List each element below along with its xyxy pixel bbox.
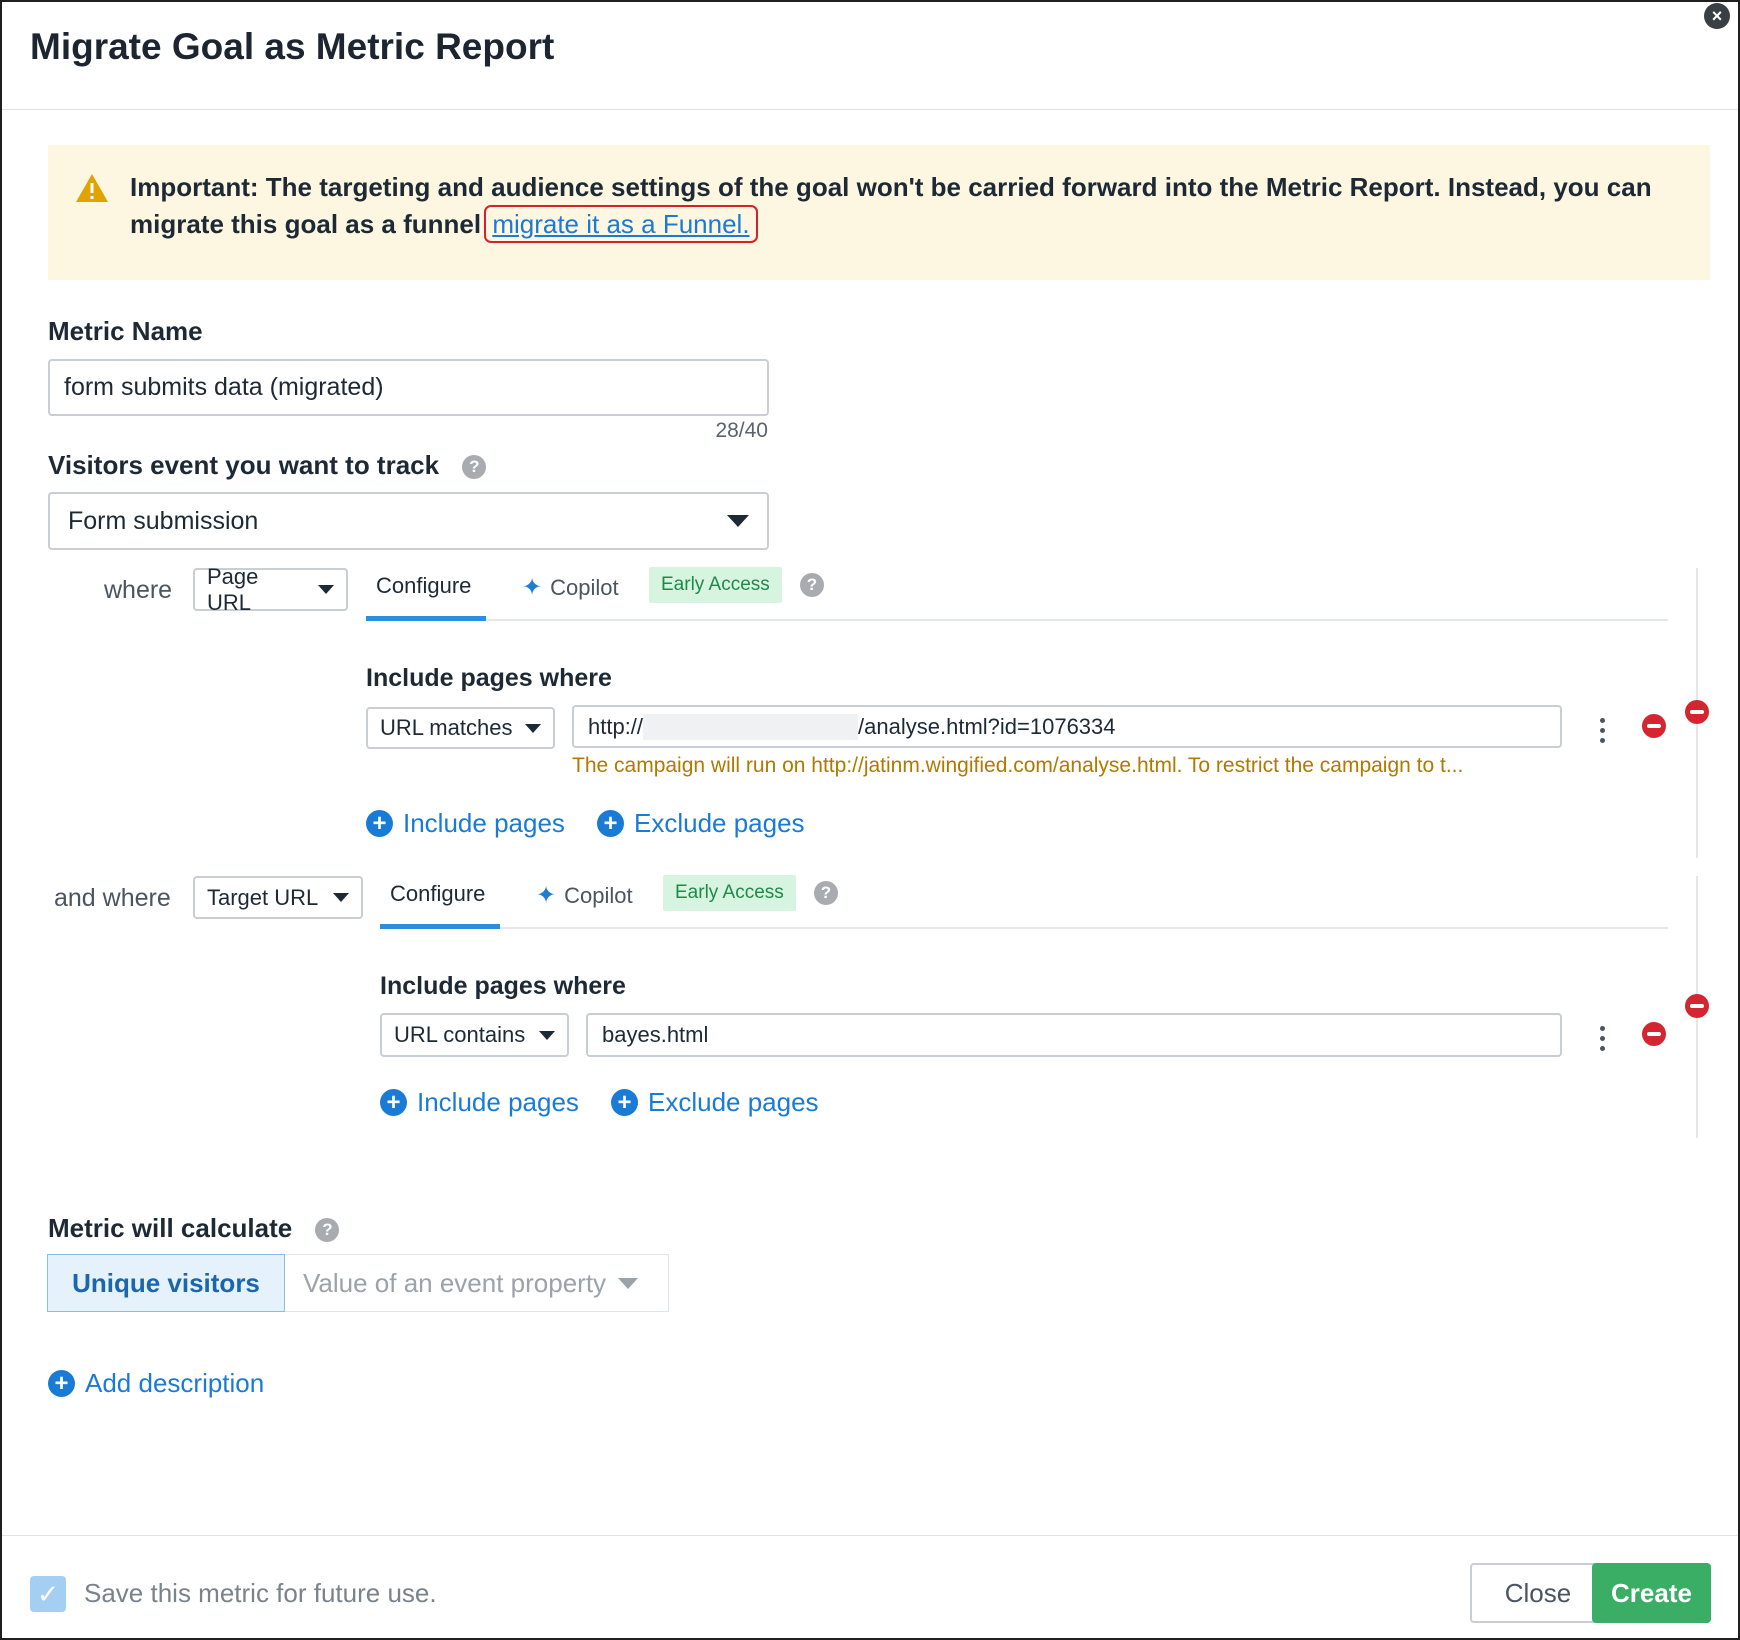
include-pages-label: Include pages: [403, 808, 565, 838]
tab-configure[interactable]: Configure: [380, 873, 500, 929]
include-pages-label: Include pages where: [366, 664, 612, 692]
help-icon[interactable]: ?: [814, 881, 838, 905]
plus-icon: +: [380, 1089, 407, 1116]
tab-configure[interactable]: Configure: [366, 565, 486, 621]
calculate-label: Metric will calculate ?: [48, 1213, 340, 1244]
migrate-dialog: Migrate Goal as Metric Report × Importan…: [0, 0, 1740, 1640]
more-options-icon[interactable]: [1597, 718, 1607, 748]
calculate-toggle: Unique visitors Value of an event proper…: [47, 1254, 669, 1312]
url-input[interactable]: bayes.html: [586, 1013, 1562, 1057]
remove-condition-icon[interactable]: [1685, 994, 1709, 1018]
match-type-select[interactable]: URL contains: [380, 1013, 569, 1057]
exclude-pages-label: Exclude pages: [648, 1087, 819, 1117]
help-icon[interactable]: ?: [462, 455, 487, 480]
plus-icon: +: [48, 1370, 75, 1397]
help-icon[interactable]: ?: [315, 1218, 340, 1243]
include-pages-button[interactable]: + Include pages: [366, 808, 565, 839]
url-input[interactable]: http:// /analyse.html?id=1076334: [572, 705, 1562, 748]
url-suffix: /analyse.html?id=1076334: [858, 713, 1116, 739]
dialog-title: Migrate Goal as Metric Report: [30, 26, 555, 67]
metric-name-input[interactable]: form submits data (migrated): [48, 359, 769, 416]
condition-connector: where: [104, 576, 173, 604]
chevron-down-icon: [539, 1030, 555, 1040]
event-label: Visitors event you want to track ?: [48, 450, 487, 481]
plus-icon: +: [366, 810, 393, 837]
tab-copilot[interactable]: ✦ Copilot: [522, 573, 619, 602]
tab-copilot-label: Copilot: [550, 574, 619, 600]
early-access-badge: Early Access: [649, 567, 782, 603]
url-value: bayes.html: [602, 1022, 709, 1047]
exclude-pages-button[interactable]: + Exclude pages: [597, 808, 805, 839]
redacted-host: [643, 713, 859, 740]
chevron-down-icon: [618, 1277, 639, 1289]
save-metric-checkbox[interactable]: ✓: [30, 1576, 66, 1612]
plus-icon: +: [597, 810, 624, 837]
close-button[interactable]: Close: [1470, 1563, 1606, 1623]
char-counter: 28/40: [715, 419, 768, 442]
condition-tabs: Configure ✦ Copilot Early Access ?: [366, 565, 1668, 621]
unique-visitors-option[interactable]: Unique visitors: [47, 1254, 285, 1312]
banner-text: Important: The targeting and audience se…: [130, 172, 1652, 239]
event-label-text: Visitors event you want to track: [48, 450, 440, 480]
property-select-value: Page URL: [207, 563, 259, 615]
remove-icon[interactable]: [1642, 1022, 1666, 1046]
property-select[interactable]: Target URL: [193, 876, 363, 919]
calculate-label-text: Metric will calculate: [48, 1213, 293, 1243]
campaign-warning: The campaign will run on http://jatinm.w…: [572, 754, 1464, 777]
sparkle-icon: ✦: [536, 882, 557, 909]
chevron-down-icon: [727, 515, 749, 527]
chevron-down-icon: [318, 585, 334, 594]
sparkle-icon: ✦: [522, 574, 543, 601]
banner-message: Important: The targeting and audience se…: [130, 169, 1690, 243]
close-icon[interactable]: ×: [1704, 3, 1730, 29]
property-select-value: Target URL: [207, 884, 319, 910]
event-property-label: Value of an event property: [303, 1267, 607, 1298]
add-description-label: Add description: [85, 1368, 265, 1398]
save-metric-label: Save this metric for future use.: [84, 1578, 437, 1608]
help-icon[interactable]: ?: [800, 573, 824, 597]
exclude-pages-button[interactable]: + Exclude pages: [611, 1087, 819, 1118]
chevron-down-icon: [525, 723, 541, 733]
event-select[interactable]: Form submission: [48, 492, 769, 550]
plus-icon: +: [611, 1089, 638, 1116]
metric-name-label: Metric Name: [48, 316, 203, 346]
event-select-value: Form submission: [68, 506, 259, 535]
dialog-footer: ✓ Save this metric for future use. Close…: [2, 1535, 1738, 1638]
include-pages-label: Include pages where: [380, 972, 626, 1000]
remove-icon[interactable]: [1642, 714, 1666, 738]
include-pages-label: Include pages: [417, 1087, 579, 1117]
dialog-header: Migrate Goal as Metric Report: [2, 2, 1738, 110]
include-pages-button[interactable]: + Include pages: [380, 1087, 579, 1118]
add-description-button[interactable]: + Add description: [48, 1368, 264, 1399]
migrate-funnel-link[interactable]: migrate it as a Funnel.: [484, 205, 758, 243]
chevron-down-icon: [333, 893, 349, 902]
event-property-option[interactable]: Value of an event property: [285, 1254, 669, 1312]
tab-copilot[interactable]: ✦ Copilot: [536, 881, 633, 910]
tab-copilot-label: Copilot: [564, 882, 633, 908]
match-type-value: URL matches: [380, 715, 513, 740]
create-button[interactable]: Create: [1592, 1563, 1711, 1623]
url-prefix: http://: [588, 713, 644, 739]
remove-condition-icon[interactable]: [1685, 700, 1709, 724]
exclude-pages-label: Exclude pages: [634, 808, 805, 838]
metric-name-value: form submits data (migrated): [64, 373, 384, 401]
warning-banner: Important: The targeting and audience se…: [48, 145, 1710, 280]
property-select[interactable]: Page URL: [193, 564, 348, 615]
early-access-badge: Early Access: [663, 875, 796, 911]
condition-connector: and where: [54, 884, 171, 912]
more-options-icon[interactable]: [1597, 1026, 1607, 1056]
match-type-value: URL contains: [394, 1022, 526, 1047]
condition-tabs: Configure ✦ Copilot Early Access ?: [380, 873, 1668, 929]
match-type-select[interactable]: URL matches: [366, 707, 555, 749]
warning-icon: [76, 174, 108, 202]
